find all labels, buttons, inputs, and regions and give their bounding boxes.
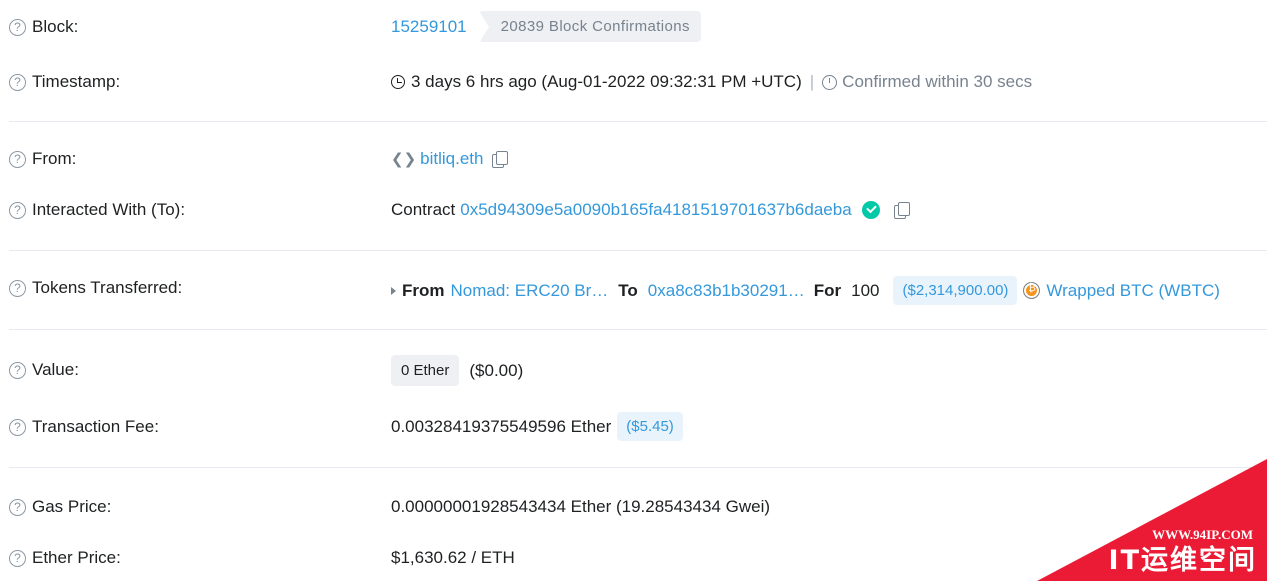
fee-ether: 0.00328419375549596 Ether: [391, 416, 612, 436]
from-label: ? From:: [9, 149, 76, 169]
watermark: WWW.94IP.COM IT运维空间: [1037, 459, 1267, 581]
divider: [9, 329, 1267, 330]
ether-price-label: ? Ether Price:: [9, 548, 121, 568]
tokens-label: ? Tokens Transferred:: [9, 278, 182, 298]
token-usd-badge: ($2,314,900.00): [893, 276, 1018, 305]
fee-label-text: Transaction Fee:: [32, 417, 159, 436]
help-icon[interactable]: ?: [9, 279, 26, 297]
clock-icon: [391, 75, 405, 89]
to-label-text: Interacted With (To):: [32, 200, 186, 219]
timestamp-label-text: Timestamp:: [32, 72, 121, 91]
confirmed-within-text: Confirmed within 30 secs: [842, 72, 1033, 91]
help-icon[interactable]: ?: [9, 549, 26, 567]
help-icon[interactable]: ?: [9, 418, 26, 436]
help-icon[interactable]: ?: [9, 361, 26, 379]
from-address-link[interactable]: bitliq.eth: [420, 149, 483, 169]
token-to-label: To: [618, 280, 638, 300]
value-label: ? Value:: [9, 360, 79, 380]
ether-amount-badge: 0 Ether: [391, 355, 460, 386]
caret-right-icon[interactable]: [391, 286, 396, 295]
value-usd: ($0.00): [469, 360, 524, 380]
ens-icon: ❮❯: [391, 151, 417, 168]
fee-label: ? Transaction Fee:: [9, 417, 159, 437]
token-for-label: For: [813, 280, 842, 300]
token-from-link[interactable]: Nomad: ERC20 Br…: [451, 281, 609, 301]
contract-address-link[interactable]: 0x5d94309e5a0090b165fa4181519701637b6dae…: [460, 200, 851, 220]
token-name-link[interactable]: Wrapped BTC (WBTC): [1046, 281, 1220, 301]
gas-label: ? Gas Price:: [9, 497, 111, 517]
timestamp-value: 3 days 6 hrs ago (Aug-01-2022 09:32:31 P…: [391, 72, 1032, 92]
contract-prefix: Contract: [391, 200, 456, 219]
to-value: Contract 0x5d94309e5a0090b165fa418151970…: [391, 200, 910, 220]
verified-check-icon: [861, 201, 880, 219]
block-label: ? Block:: [9, 17, 78, 37]
divider: [9, 121, 1267, 122]
copy-icon[interactable]: [893, 202, 910, 219]
tokens-label-text: Tokens Transferred:: [32, 278, 183, 297]
wbtc-token-icon: [1023, 282, 1041, 299]
to-label: ? Interacted With (To):: [9, 200, 185, 220]
ether-price-label-text: Ether Price:: [32, 548, 121, 567]
fee-value: 0.00328419375549596 Ether ($5.45): [391, 412, 683, 441]
token-from-label: From: [402, 280, 445, 300]
gas-label-text: Gas Price:: [32, 497, 112, 516]
value-value: 0 Ether ($0.00): [391, 355, 523, 386]
gas-value: 0.00000001928543434 Ether (19.28543434 G…: [391, 497, 770, 517]
from-label-text: From:: [32, 149, 77, 168]
token-transfer-row: From Nomad: ERC20 Br… To 0xa8c83b1b30291…: [391, 276, 1220, 305]
block-number-link[interactable]: 15259101: [391, 17, 467, 37]
timestamp-text: 3 days 6 hrs ago (Aug-01-2022 09:32:31 P…: [411, 72, 802, 91]
stopwatch-icon: [822, 74, 838, 90]
help-icon[interactable]: ?: [9, 201, 26, 219]
divider: [9, 250, 1267, 251]
timestamp-label: ? Timestamp:: [9, 72, 120, 92]
help-icon[interactable]: ?: [9, 498, 26, 516]
copy-icon[interactable]: [492, 151, 509, 168]
help-icon[interactable]: ?: [9, 73, 26, 91]
ether-price-text: $1,630.62 / ETH: [391, 548, 515, 567]
help-icon[interactable]: ?: [9, 18, 26, 36]
block-value: 15259101 20839 Block Confirmations: [391, 11, 701, 43]
value-label-text: Value:: [32, 360, 79, 379]
fee-usd-badge: ($5.45): [617, 412, 683, 441]
from-value: ❮❯ bitliq.eth: [391, 149, 509, 169]
help-icon[interactable]: ?: [9, 150, 26, 168]
separator: |: [809, 72, 815, 91]
ether-price-value: $1,630.62 / ETH: [391, 548, 515, 568]
token-amount: 100: [851, 280, 880, 300]
block-label-text: Block:: [32, 17, 79, 36]
block-confirmations-badge: 20839 Block Confirmations: [478, 11, 701, 43]
token-to-link[interactable]: 0xa8c83b1b30291…: [648, 281, 805, 301]
watermark-name: IT运维空间: [1108, 545, 1257, 576]
gas-price-text: 0.00000001928543434 Ether (19.28543434 G…: [391, 497, 771, 516]
